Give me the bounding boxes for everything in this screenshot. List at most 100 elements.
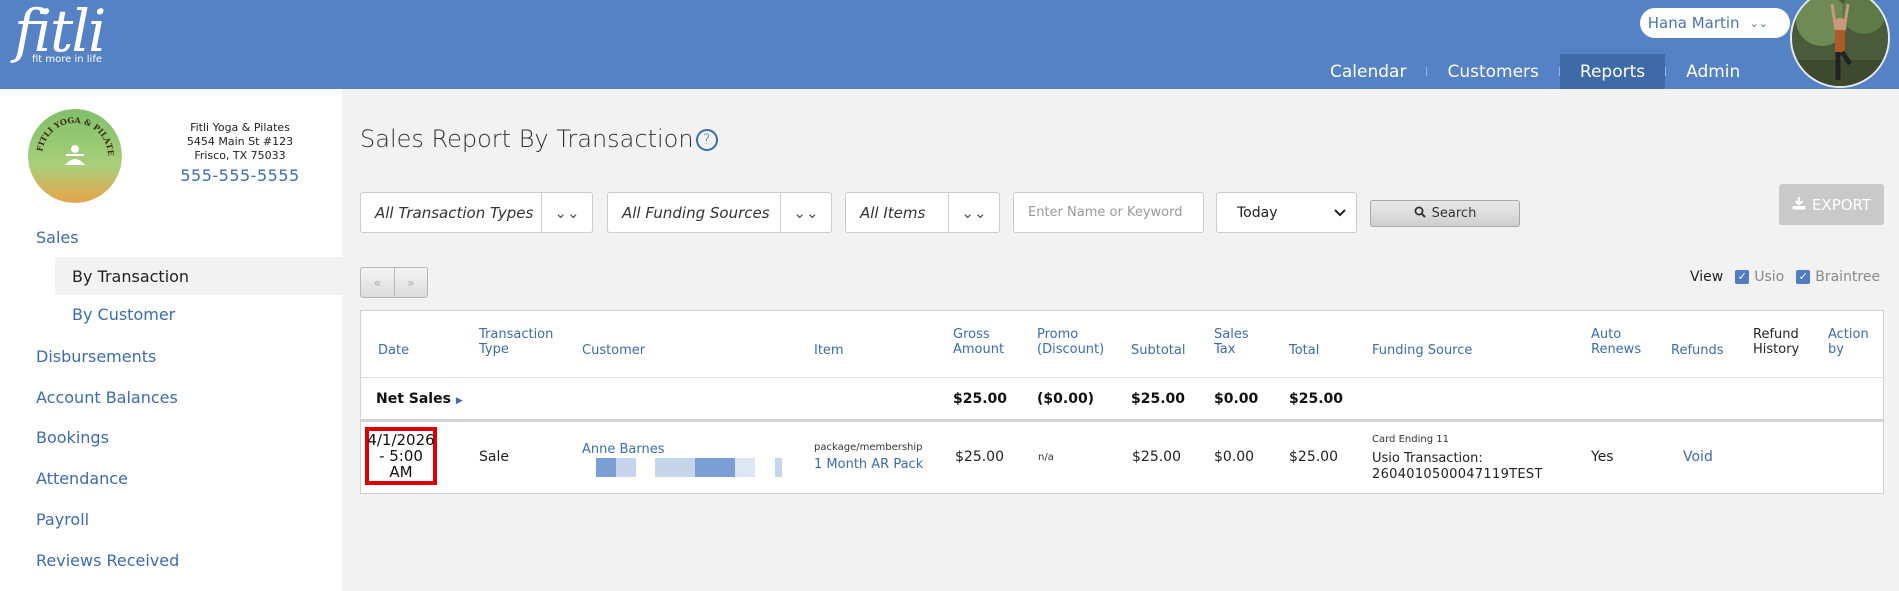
- keyword-search-input[interactable]: [1013, 192, 1204, 233]
- auto-renews-value: Yes: [1591, 449, 1614, 465]
- column-header-date[interactable]: Date: [378, 343, 409, 358]
- nav-calendar[interactable]: Calendar: [1310, 54, 1426, 89]
- view-label: View: [1690, 269, 1724, 285]
- column-header-promo[interactable]: Promo (Discount): [1037, 327, 1104, 357]
- header-line: by: [1828, 342, 1844, 357]
- sidebar-item-reviews-received[interactable]: Reviews Received: [36, 551, 179, 570]
- column-header-item[interactable]: Item: [814, 343, 844, 358]
- sidebar-item-sales[interactable]: Sales: [36, 228, 79, 247]
- redacted-block: [735, 458, 755, 477]
- double-chevron-down-icon[interactable]: ⌄⌄: [780, 193, 831, 232]
- sidebar: FITLI YOGA & PILATES Fitli Yoga & Pilate…: [0, 89, 342, 591]
- redacted-block: [616, 458, 636, 477]
- redacted-block: [695, 458, 735, 477]
- view-option-braintree[interactable]: ✓ Braintree: [1796, 269, 1880, 285]
- help-icon[interactable]: ?: [695, 129, 718, 151]
- redacted-block: [596, 458, 616, 477]
- item-name-link[interactable]: 1 Month AR Pack: [814, 457, 923, 472]
- sidebar-item-by-transaction[interactable]: By Transaction: [55, 257, 342, 295]
- checkbox-checked-icon[interactable]: ✓: [1796, 270, 1811, 284]
- page-title: Sales Report By Transaction?: [360, 125, 718, 153]
- funding-source-filter[interactable]: All Funding Sources ⌄⌄: [607, 192, 832, 233]
- void-link[interactable]: Void: [1683, 449, 1713, 465]
- view-option-usio-label: Usio: [1754, 269, 1785, 285]
- studio-name: Fitli Yoga & Pilates: [190, 121, 290, 134]
- search-label: Search: [1431, 206, 1477, 221]
- net-sales-divider: [361, 419, 1883, 422]
- search-button[interactable]: Search: [1370, 200, 1520, 227]
- column-header-gross-amount[interactable]: Gross Amount: [953, 327, 1004, 357]
- export-label: EXPORT: [1811, 195, 1872, 214]
- subtotal: $25.00: [1132, 449, 1181, 465]
- promo-discount: n/a: [1038, 452, 1054, 463]
- double-chevron-down-icon[interactable]: ⌄⌄: [541, 193, 592, 232]
- date-range-select[interactable]: Today: [1216, 192, 1357, 233]
- items-filter[interactable]: All Items ⌄⌄: [845, 192, 1000, 233]
- header-line: Tax: [1214, 342, 1236, 357]
- redacted-block: [655, 458, 695, 477]
- sidebar-item-bookings[interactable]: Bookings: [36, 428, 109, 447]
- net-sales-gross: $25.00: [953, 391, 1008, 407]
- column-header-customer[interactable]: Customer: [582, 343, 645, 358]
- sales-tax: $0.00: [1214, 449, 1255, 465]
- studio-phone[interactable]: 555-555-5555: [160, 168, 320, 184]
- column-header-transaction-type[interactable]: Transaction Type: [479, 327, 553, 357]
- sidebar-item-disbursements[interactable]: Disbursements: [36, 347, 156, 366]
- header-line: History: [1753, 342, 1800, 357]
- column-header-auto-renews[interactable]: Auto Renews: [1591, 327, 1641, 357]
- customer-name-link[interactable]: Anne Barnes: [582, 442, 665, 457]
- sidebar-item-by-customer[interactable]: By Customer: [55, 295, 342, 333]
- main-nav: Calendar Customers Reports Admin: [1310, 54, 1760, 89]
- date-range-value: Today: [1237, 204, 1278, 221]
- nav-reports[interactable]: Reports: [1559, 54, 1666, 89]
- column-header-sales-tax[interactable]: Sales Tax: [1214, 327, 1249, 357]
- column-header-action-by[interactable]: Action by: [1828, 327, 1869, 357]
- top-bar: fitli fit more in life Hana Martin ⌄⌄ Ca…: [0, 0, 1899, 89]
- prev-page-button[interactable]: «: [361, 268, 394, 297]
- transaction-type-label: All Transaction Types: [375, 203, 534, 222]
- header-line: (Discount): [1037, 342, 1105, 357]
- header-line: Gross: [953, 327, 990, 342]
- nav-admin[interactable]: Admin: [1666, 54, 1760, 89]
- net-sales-label: Net Sales: [376, 391, 451, 407]
- column-header-subtotal[interactable]: Subtotal: [1131, 343, 1185, 358]
- column-header-total[interactable]: Total: [1289, 343, 1319, 358]
- funding-transaction-label: Usio Transaction:: [1372, 451, 1483, 466]
- avatar[interactable]: [1790, 0, 1890, 88]
- sidebar-item-attendance[interactable]: Attendance: [36, 469, 128, 488]
- header-line: Auto: [1591, 327, 1622, 342]
- transaction-date-cell: 4/1/2026 - 5:00 AM: [365, 427, 437, 485]
- next-page-button[interactable]: »: [393, 268, 428, 297]
- page-title-text: Sales Report By Transaction: [360, 125, 694, 153]
- studio-logo: FITLI YOGA & PILATES: [28, 109, 122, 203]
- pager: « »: [360, 267, 428, 298]
- nav-customers[interactable]: Customers: [1427, 54, 1558, 89]
- transaction-type-filter[interactable]: All Transaction Types ⌄⌄: [360, 192, 593, 233]
- card-ending: Card Ending 11: [1372, 434, 1449, 445]
- sidebar-item-account-balances[interactable]: Account Balances: [36, 388, 178, 407]
- column-header-funding-source[interactable]: Funding Source: [1372, 343, 1472, 358]
- fitli-logo[interactable]: fitli fit more in life: [14, 0, 106, 65]
- transaction-type: Sale: [479, 449, 509, 465]
- gross-amount: $25.00: [955, 449, 1004, 465]
- export-button[interactable]: EXPORT: [1779, 184, 1884, 225]
- funding-source-label: All Funding Sources: [622, 203, 770, 222]
- double-chevron-down-icon[interactable]: ⌄⌄: [948, 193, 999, 232]
- logo-word: fitli: [14, 0, 106, 65]
- checkbox-checked-icon[interactable]: ✓: [1735, 270, 1750, 284]
- net-sales-toggle[interactable]: Net Sales ▶: [376, 391, 463, 407]
- header-line: Renews: [1591, 342, 1642, 357]
- view-option-usio[interactable]: ✓ Usio: [1735, 269, 1784, 285]
- header-line: Refund: [1753, 327, 1799, 342]
- items-label: All Items: [860, 203, 926, 222]
- studio-info: Fitli Yoga & Pilates 5454 Main St #123 F…: [160, 121, 320, 184]
- sidebar-item-payroll[interactable]: Payroll: [36, 510, 89, 529]
- column-header-refunds[interactable]: Refunds: [1671, 343, 1724, 358]
- net-sales-total: $25.00: [1289, 391, 1344, 407]
- redacted-block: [775, 458, 782, 477]
- user-menu[interactable]: Hana Martin ⌄⌄: [1640, 8, 1790, 38]
- user-name: Hana Martin: [1647, 14, 1740, 32]
- header-line: Amount: [953, 342, 1005, 357]
- header-divider: [361, 377, 1883, 378]
- search-icon: [1414, 206, 1426, 222]
